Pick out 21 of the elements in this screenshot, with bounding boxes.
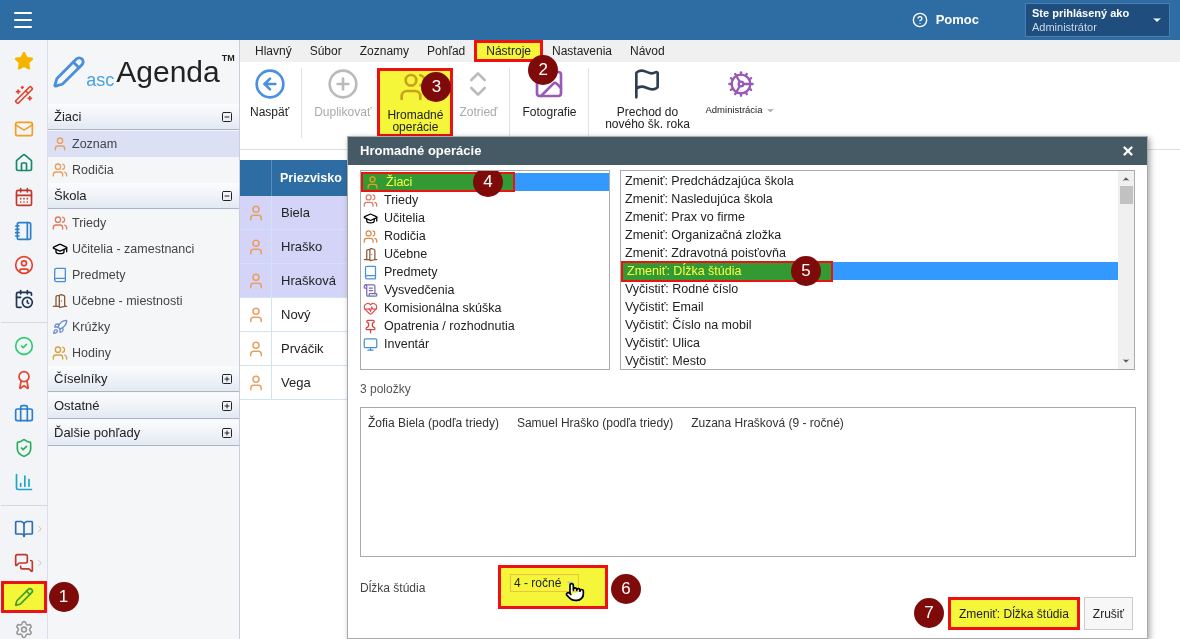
table-cell-text: Biela [280,203,311,222]
dialog-title: Hromadné operácie [360,142,482,161]
item-count: 3 položky [360,381,412,398]
selected-item: Žofia Biela (podľa triedy) [368,414,499,432]
step-badge: 5 [791,256,821,286]
logo-trademark: TM [221,52,235,65]
table-cell-text: Nový [280,305,312,324]
step-badge: 6 [611,574,641,604]
table-cell-text: Hraško [280,237,324,256]
table-cell-text: Hrašková [280,271,337,290]
step-badge: 4 [473,171,503,197]
logo-prefix: asc [86,69,115,92]
selected-item: Samuel Hraško (podľa triedy) [516,415,674,432]
login-caption: Ste prihlásený ako [1032,6,1131,20]
field-label: Dĺžka štúdia [360,579,427,597]
table-cell-text: Vega [280,373,312,392]
step-badge: 7 [913,598,944,628]
logo-name: Agenda [116,57,220,87]
table-cell-text: Prváčik [280,339,325,358]
selected-item: Zuzana Hrašková (9 - ročné) [691,415,844,432]
login-user: Administrátor [1032,20,1098,34]
